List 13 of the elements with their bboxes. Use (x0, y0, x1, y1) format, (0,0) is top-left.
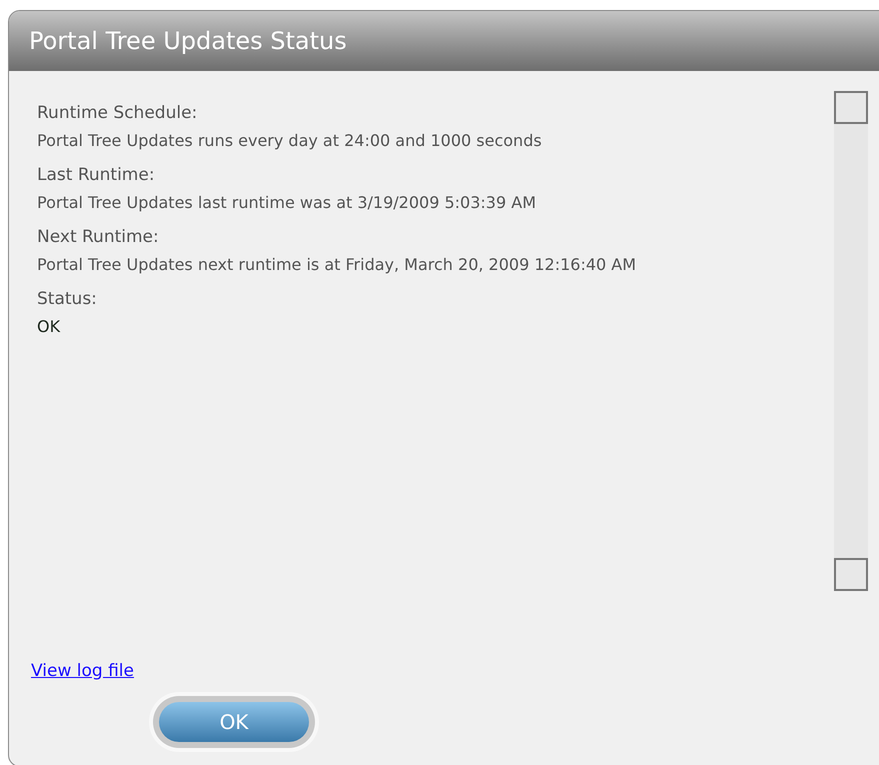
scrollbar[interactable] (834, 91, 868, 591)
field-value: Portal Tree Updates last runtime was at 3/19/2009 5:03:39 AM (37, 193, 537, 213)
window-title: Portal Tree Updates Status (29, 29, 347, 53)
scroll-down-button[interactable] (834, 558, 868, 591)
field-value: Portal Tree Updates runs every day at 24:00 and 1000 seconds (37, 131, 543, 151)
field-label: Status: (37, 289, 98, 309)
field-value: Portal Tree Updates next runtime is at Friday, March 20, 2009 12:16:40 AM (37, 255, 638, 275)
field-label: Next Runtime: (37, 227, 160, 247)
field-label: Runtime Schedule: (37, 103, 198, 123)
status-value: OK (37, 317, 62, 337)
field-label: Last Runtime: (37, 165, 156, 185)
scroll-up-button[interactable] (834, 91, 868, 124)
view-log-link[interactable]: View log file (31, 658, 134, 684)
